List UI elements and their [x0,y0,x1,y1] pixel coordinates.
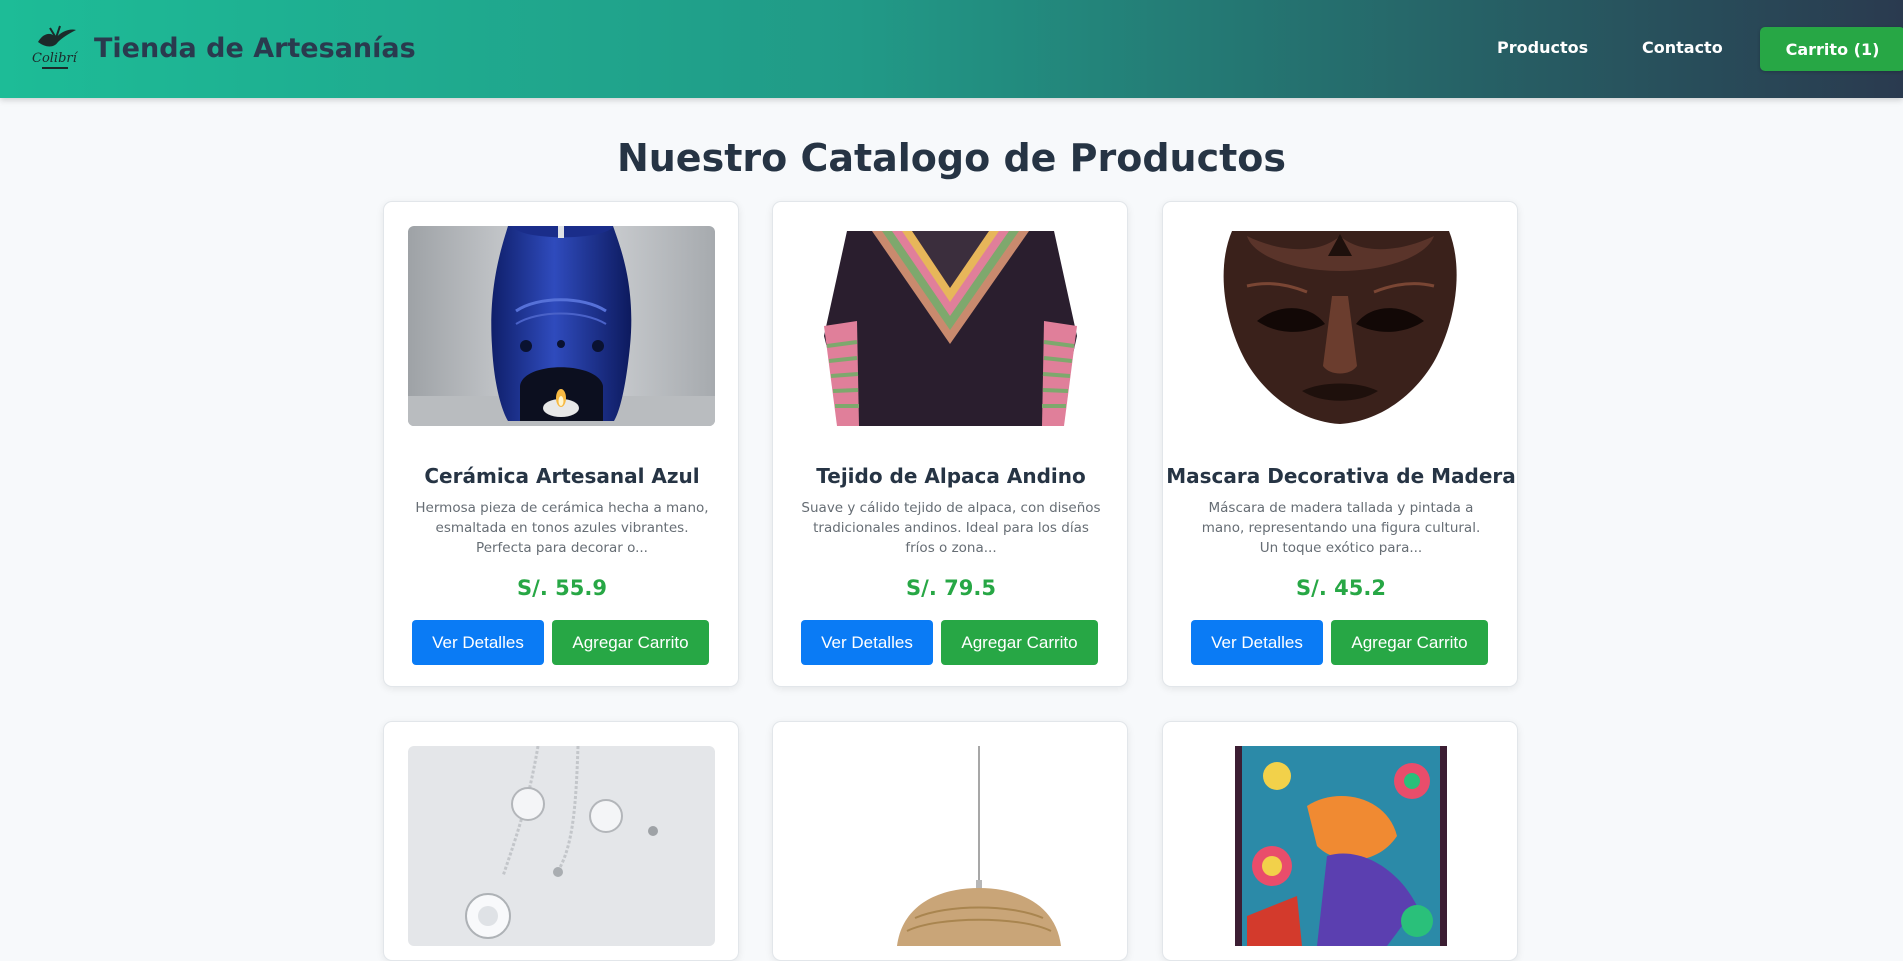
product-description: Máscara de madera tallada y pintada a ma… [1201,500,1481,556]
product-card: Cerámica Artesanal Azul Hermosa pieza de… [383,201,739,687]
product-description: Suave y cálido tejido de alpaca, con dis… [801,500,1101,556]
product-image[interactable] [797,226,1104,426]
product-card [383,721,739,961]
add-to-cart-button[interactable]: Agregar Carrito [941,620,1098,665]
bamboo-lamp-image [797,746,1104,946]
add-to-cart-button[interactable]: Agregar Carrito [552,620,709,665]
alpaca-poncho-image [797,226,1104,426]
product-card: Tejido de Alpaca Andino Suave y cálido t… [772,201,1128,687]
product-card: Mascara Decorativa de Madera Máscara de … [1162,201,1518,687]
view-details-button[interactable]: Ver Detalles [412,620,544,665]
product-title: Tejido de Alpaca Andino [816,464,1086,488]
nav-contacto-link[interactable]: Contacto [1642,38,1723,57]
brand[interactable]: Colibrí Tienda de Artesanías [30,22,416,74]
silver-jewelry-image [408,746,715,946]
product-image[interactable] [797,746,1104,946]
product-card [772,721,1128,961]
product-price: S/. 79.5 [906,576,996,600]
product-price: S/. 45.2 [1296,576,1386,600]
view-details-button[interactable]: Ver Detalles [801,620,933,665]
logo-text: Colibrí [32,51,78,66]
huichol-art-image [1187,746,1494,946]
product-description: Hermosa pieza de cerámica hecha a mano, … [415,500,709,556]
cart-button[interactable]: Carrito (1) [1760,27,1903,71]
product-price: S/. 55.9 [517,576,607,600]
nav-productos-link[interactable]: Productos [1497,38,1588,57]
product-title: Mascara Decorativa de Madera [1166,464,1516,488]
product-card [1162,721,1518,961]
page-title: Nuestro Catalogo de Productos [616,136,1287,180]
product-image[interactable] [408,226,715,426]
product-image[interactable] [1187,746,1494,946]
add-to-cart-button[interactable]: Agregar Carrito [1331,620,1488,665]
hummingbird-logo-icon: Colibrí [32,25,78,69]
product-image[interactable] [1187,226,1494,426]
ceramic-lamp-image [408,226,715,426]
view-details-button[interactable]: Ver Detalles [1191,620,1323,665]
product-image[interactable] [408,746,715,946]
wooden-mask-image [1187,226,1494,426]
site-header: Colibrí Tienda de Artesanías Productos C… [0,0,1903,98]
site-title: Tienda de Artesanías [94,32,416,64]
product-title: Cerámica Artesanal Azul [424,464,700,488]
